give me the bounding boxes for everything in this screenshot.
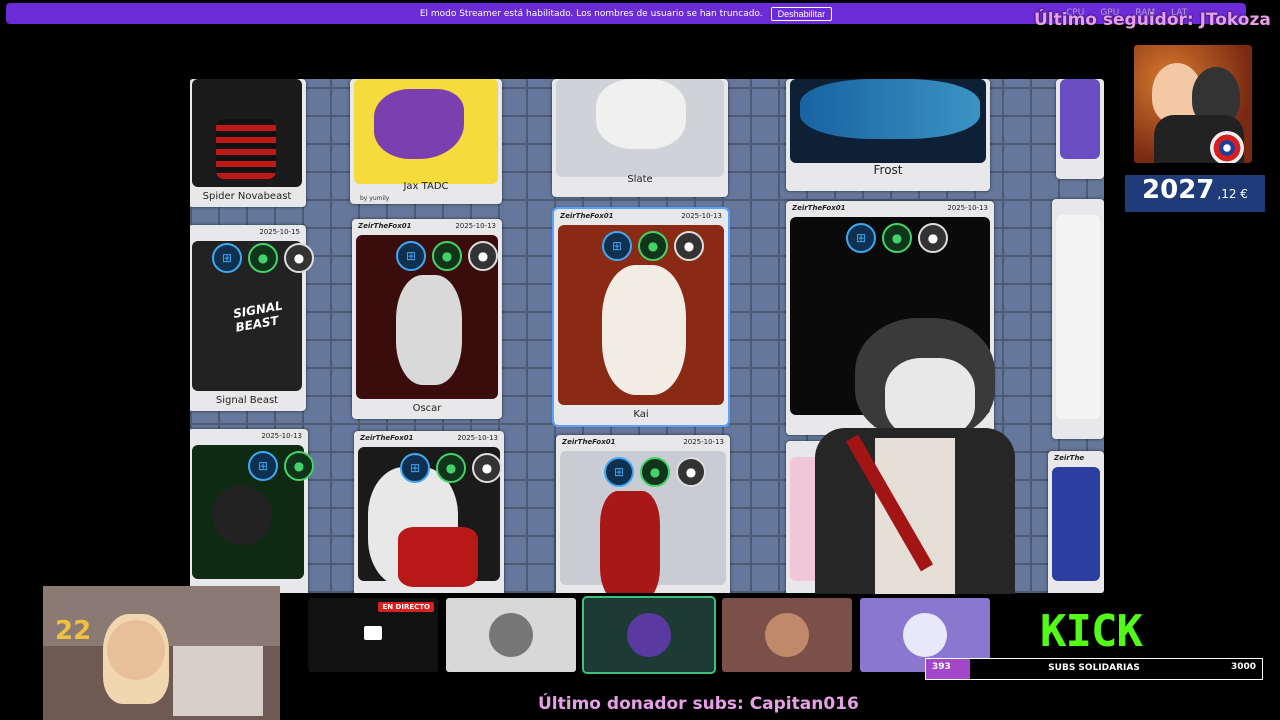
avatar-card[interactable]: ZeirThe (1048, 451, 1104, 593)
avatar-thumbnail (192, 79, 302, 187)
avatar-name: Oscar (412, 403, 442, 414)
avatar-owner: ZeirThe (1054, 454, 1085, 462)
platform-icons: ⊞ ● ● (846, 223, 948, 253)
avatar-thumbnail (1052, 467, 1100, 581)
avatar-card[interactable] (1052, 199, 1104, 439)
avatar-name: Spider Novabeast (202, 191, 292, 202)
avatar-date: 2025-10-13 (455, 222, 496, 230)
avatar-date: 2025-10-15 (259, 228, 300, 236)
avatar (765, 613, 809, 657)
avatar-thumbnail (1060, 79, 1100, 159)
donation-total: 2027 ,12 € (1125, 175, 1265, 212)
avatar-card[interactable]: ZeirTheFox01 2025-10-13 ⊞ ● ● Oscar (352, 219, 502, 419)
donation-avatar-image (1134, 45, 1252, 163)
apple-icon: ● (284, 243, 314, 273)
android-icon: ● (640, 457, 670, 487)
friends-strip: EN DIRECTO (308, 596, 990, 674)
avatar-thumbnail (790, 79, 986, 163)
disable-streamer-mode-button[interactable]: Deshabilitar (770, 6, 833, 21)
avatar-thumbnail (354, 79, 498, 184)
avatar-owner: ZeirTheFox01 (560, 212, 614, 220)
streamer-webcam: 22 (43, 586, 280, 720)
subs-label: SUBS SOLIDARIAS (1048, 663, 1140, 673)
last-sub-donor-text: Último donador subs: Capitan016 (538, 694, 859, 714)
avatar-name: Signal Beast (215, 395, 279, 406)
platform-icons: ⊞ ● ● (212, 243, 314, 273)
avatar-date: 2025-10-13 (261, 432, 302, 440)
android-icon: ● (284, 451, 314, 481)
donation-decimals: ,12 € (1217, 187, 1248, 201)
avatar-thumbnail (1056, 215, 1100, 419)
last-follower-text: Último seguidor: JTokoza (1034, 10, 1271, 30)
subs-goal-bar: 393 SUBS SOLIDARIAS 3000 (925, 658, 1263, 680)
avatar-art-text: SIGNAL BEAST (232, 298, 284, 335)
android-icon: ● (432, 241, 462, 271)
apple-icon: ● (472, 453, 502, 483)
avatar-owner: ZeirTheFox01 (360, 434, 414, 442)
streamer-vr-avatar (795, 318, 1025, 594)
avatar-owner: ZeirTheFox01 (358, 222, 412, 230)
windows-icon: ⊞ (604, 457, 634, 487)
donation-amount: 2027 (1142, 175, 1215, 205)
avatar-owner: ZeirTheFox01 (792, 204, 846, 212)
avatar-card[interactable]: Frost (786, 79, 990, 191)
windows-icon: ⊞ (846, 223, 876, 253)
screen-icon (364, 626, 382, 640)
windows-icon: ⊞ (400, 453, 430, 483)
avatar-card[interactable]: ZeirTheFox01 2025-10-13 ⊞ ● ● (556, 435, 730, 593)
avatar-date: 2025-10-13 (457, 434, 498, 442)
avatar-card[interactable]: 2025-10-15 SIGNAL BEAST ⊞ ● ● Signal Bea… (190, 225, 314, 411)
avatar-name: Frost (873, 163, 903, 177)
android-icon: ● (248, 243, 278, 273)
avatar-date: 2025-10-13 (683, 438, 724, 446)
apple-icon: ● (918, 223, 948, 253)
avatar-name: Slate (627, 174, 653, 185)
windows-icon: ⊞ (396, 241, 426, 271)
avatar-owner: ZeirTheFox01 (562, 438, 616, 446)
apple-icon: ● (676, 457, 706, 487)
windows-icon: ⊞ (602, 231, 632, 261)
apple-icon: ● (674, 231, 704, 261)
avatar-card[interactable]: Slate (552, 79, 728, 197)
platform-icons: ⊞ ● ● (396, 241, 498, 271)
android-icon: ● (638, 231, 668, 261)
avatar-card[interactable]: Jax TADC by yumily (350, 79, 502, 204)
avatar-thumbnail (556, 79, 724, 177)
apple-icon: ● (468, 241, 498, 271)
webcam-number-sign: 22 (55, 616, 92, 646)
live-stream-chip[interactable]: EN DIRECTO (308, 598, 438, 672)
avatar (903, 613, 947, 657)
avatar-card[interactable]: ZeirTheFox01 2025-10-13 ⊞ ● ● (354, 431, 504, 593)
subs-goal: 3000 (1230, 662, 1256, 672)
windows-icon: ⊞ (212, 243, 242, 273)
android-icon: ● (436, 453, 466, 483)
platform-icons: ⊞ ● ● (602, 231, 704, 261)
live-badge: EN DIRECTO (378, 602, 434, 612)
avatar-date: 2025-10-13 (681, 212, 722, 220)
avatar (627, 613, 671, 657)
banner-message: El modo Streamer está habilitado. Los no… (419, 8, 763, 19)
participant-chip[interactable] (582, 596, 716, 674)
avatar (489, 613, 533, 657)
windows-icon: ⊞ (248, 451, 278, 481)
platform-icons: ⊞ ● ● (400, 453, 502, 483)
avatar-card-selected[interactable]: ZeirTheFox01 2025-10-13 ⊞ ● ● Kai (552, 207, 730, 427)
avatar-card[interactable] (1056, 79, 1104, 179)
avatar-credit: by yumily (360, 195, 390, 202)
android-icon: ● (882, 223, 912, 253)
avatar-card[interactable]: 2025-10-13 ⊞ ● (190, 429, 314, 593)
kick-logo: KICK (1040, 606, 1143, 657)
platform-icons: ⊞ ● (248, 451, 314, 481)
platform-icons: ⊞ ● ● (604, 457, 706, 487)
avatar-date: 2025-10-13 (947, 204, 988, 212)
avatar-name: Kai (633, 409, 649, 420)
participant-chip[interactable] (722, 598, 852, 672)
participant-chip[interactable] (446, 598, 576, 672)
avatar-name: Jax TADC (403, 181, 449, 192)
avatar-card[interactable]: Spider Novabeast (190, 79, 306, 207)
